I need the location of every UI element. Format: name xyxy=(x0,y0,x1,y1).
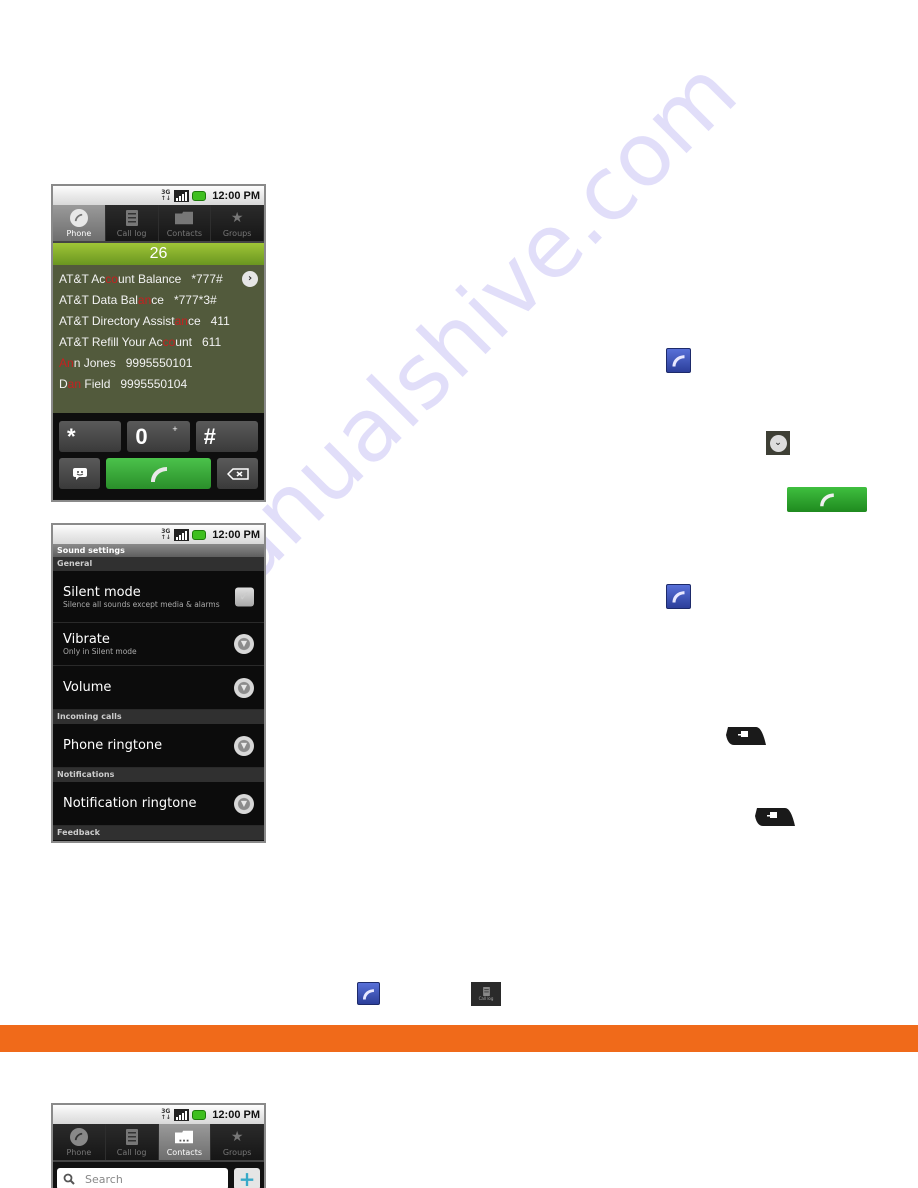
dropdown-arrow-icon[interactable]: ▼ xyxy=(234,793,254,814)
dropdown-arrow-icon[interactable]: ▼ xyxy=(234,735,254,756)
match-list: › AT&T Account Balance *777# AT&T Data B… xyxy=(53,265,264,413)
match-item[interactable]: AT&T Refill Your Account 611 xyxy=(53,332,264,353)
phone-icon xyxy=(69,1127,88,1146)
signal-icon xyxy=(174,528,190,541)
battery-icon xyxy=(192,190,207,201)
status-bar: 3G ↑↓ 12:00 PM xyxy=(53,525,264,544)
status-time: 12:00 PM xyxy=(212,1108,260,1121)
tab-call-log[interactable]: Call log xyxy=(105,205,159,241)
more-results-button[interactable]: › xyxy=(242,271,258,287)
phone-icon xyxy=(150,466,167,482)
network-3g-icon: 3G ↑↓ xyxy=(160,1107,171,1121)
add-contact-button[interactable]: + xyxy=(234,1168,260,1188)
call-log-icon xyxy=(123,1128,141,1146)
key-hash[interactable]: # xyxy=(195,421,258,452)
section-divider-bar xyxy=(0,1025,918,1052)
match-item[interactable]: Ann Jones 9995550101 xyxy=(53,353,264,374)
setting-notification-ringtone[interactable]: Notification ringtone ▼ xyxy=(53,782,264,826)
match-item[interactable]: Dan Field 9995550104 xyxy=(53,374,264,395)
phone-app-icon xyxy=(666,348,691,373)
tab-phone[interactable]: Phone xyxy=(53,205,106,241)
section-header-general: General xyxy=(53,557,264,571)
end-key-icon xyxy=(753,806,797,828)
call-button[interactable] xyxy=(106,458,211,489)
call-button-icon xyxy=(787,487,867,512)
screen-title: Sound settings xyxy=(53,544,264,557)
phone-app-icon xyxy=(357,982,380,1005)
search-icon xyxy=(63,1173,75,1185)
tab-groups[interactable]: ★ Groups xyxy=(211,205,264,241)
dialed-digits: 26 xyxy=(53,243,264,265)
status-time: 12:00 PM xyxy=(212,528,260,541)
signal-icon xyxy=(174,1108,190,1121)
status-bar: 3G ↑↓ 12:00 PM xyxy=(53,1105,264,1124)
voicemail-button[interactable] xyxy=(59,458,100,489)
network-3g-icon: 3G ↑↓ xyxy=(160,527,171,541)
call-log-icon xyxy=(123,209,141,227)
match-item[interactable]: AT&T Directory Assistance 411 xyxy=(53,311,264,332)
contacts-icon xyxy=(175,1128,194,1146)
tab-contacts[interactable]: Contacts xyxy=(158,1124,212,1160)
phone-app-icon xyxy=(666,584,691,609)
status-time: 12:00 PM xyxy=(212,189,260,202)
tab-bar: Phone Call log Contacts ★ Groups xyxy=(53,1124,264,1162)
contacts-icon xyxy=(175,209,194,227)
battery-icon xyxy=(192,1109,207,1120)
dialer-screenshot: 3G ↑↓ 12:00 PM Phone Call log Contacts ★ … xyxy=(51,184,266,502)
section-header-notifications: Notifications xyxy=(53,768,264,782)
section-header-incoming-calls: Incoming calls xyxy=(53,710,264,724)
message-icon xyxy=(72,467,87,480)
key-star[interactable]: * xyxy=(59,421,122,452)
tab-bar: Phone Call log Contacts ★ Groups xyxy=(53,205,264,243)
backspace-icon xyxy=(226,467,249,480)
network-3g-icon: 3G ↑↓ xyxy=(160,188,171,202)
key-zero[interactable]: 0 + xyxy=(127,421,190,452)
search-input[interactable]: Search xyxy=(57,1168,228,1188)
setting-vibrate[interactable]: Vibrate Only in Silent mode ▼ xyxy=(53,623,264,666)
section-header-feedback: Feedback xyxy=(53,826,264,840)
tab-phone[interactable]: Phone xyxy=(53,1124,106,1160)
signal-icon xyxy=(174,189,190,202)
call-log-tab-icon: Call log xyxy=(471,982,501,1006)
tab-call-log[interactable]: Call log xyxy=(105,1124,159,1160)
end-key-icon xyxy=(724,725,768,747)
tab-groups[interactable]: ★ Groups xyxy=(211,1124,264,1160)
star-icon: ★ xyxy=(230,1128,244,1145)
phone-icon xyxy=(69,208,88,227)
backspace-button[interactable] xyxy=(217,458,258,489)
keypad: * 0 + # xyxy=(53,413,264,499)
silent-mode-checkbox[interactable]: ✓ xyxy=(235,587,254,606)
setting-silent-mode[interactable]: Silent mode Silence all sounds except me… xyxy=(53,571,264,623)
match-item[interactable]: AT&T Account Balance *777# xyxy=(53,269,264,290)
sound-settings-screenshot: 3G ↑↓ 12:00 PM Sound settings General Sil… xyxy=(51,523,266,843)
battery-icon xyxy=(192,529,207,540)
star-icon: ★ xyxy=(230,209,244,226)
match-item[interactable]: AT&T Data Balance *777*3# xyxy=(53,290,264,311)
setting-volume[interactable]: Volume ▼ xyxy=(53,666,264,710)
dropdown-arrow-icon[interactable]: ▼ xyxy=(234,677,254,698)
dropdown-arrow-icon[interactable]: ▼ xyxy=(234,634,254,654)
status-bar: 3G ↑↓ 12:00 PM xyxy=(53,186,264,205)
search-row: Search + xyxy=(53,1162,264,1188)
setting-phone-ringtone[interactable]: Phone ringtone ▼ xyxy=(53,724,264,768)
tab-contacts[interactable]: Contacts xyxy=(158,205,212,241)
more-results-icon: ⌄ xyxy=(766,431,790,455)
contacts-screenshot: 3G ↑↓ 12:00 PM Phone Call log Contacts ★ … xyxy=(51,1103,266,1188)
